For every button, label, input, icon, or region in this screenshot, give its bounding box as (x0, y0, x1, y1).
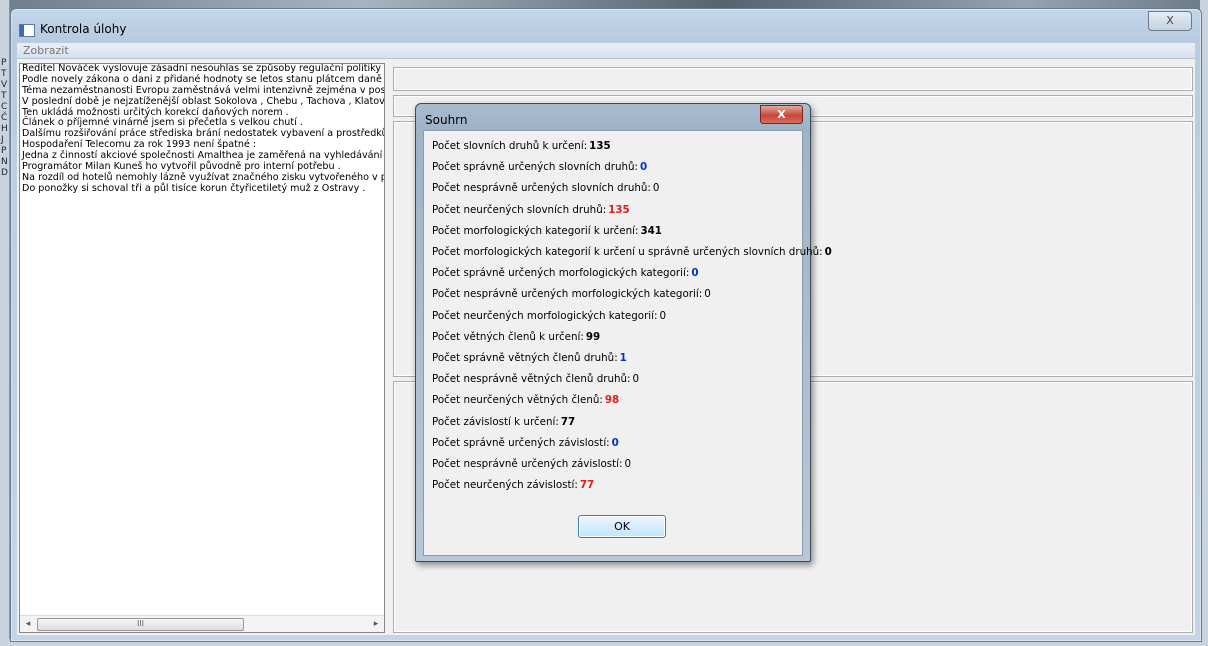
gutter-letter: D (1, 168, 8, 178)
stat-value: 0 (704, 288, 711, 301)
stat-label: Počet nesprávně určených slovních druhů: (432, 182, 651, 195)
menu-zobrazit[interactable]: Zobrazit (23, 44, 69, 57)
menu-bar: Zobrazit (17, 43, 1195, 59)
dialog-title: Souhrn (425, 113, 468, 127)
gutter-letter: V (1, 80, 8, 90)
ok-button[interactable]: OK (578, 515, 666, 538)
stat-value: 0 (624, 458, 632, 470)
list-item[interactable]: Do ponožky si schoval tři a půl tisíce k… (20, 183, 384, 195)
scroll-right-arrow-icon[interactable]: ▸ (368, 616, 384, 632)
stat-label: Počet neurčených slovních druhů: (432, 203, 607, 216)
stat-value: 0 (640, 161, 648, 174)
stat-value: 0 (659, 309, 667, 322)
stat-label: Počet správně určených slovních druhů: (432, 161, 639, 174)
gutter-letter: T (1, 91, 7, 101)
gutter-letter: P (1, 58, 7, 68)
stat-label: Počet správně určených závislostí: (432, 436, 610, 449)
panel-top (393, 67, 1193, 91)
stat-value: 77 (560, 415, 576, 428)
stat-row: Počet neurčených závislostí: 77 (432, 479, 594, 491)
app-icon (19, 24, 35, 37)
stat-label: Počet nesprávně určených morfologických … (432, 288, 703, 301)
dialog-body: Počet slovních druhů k určení: 135 Počet s… (423, 130, 832, 556)
stat-row: Počet nesprávně větných členů druhů: 0 (432, 373, 639, 385)
stat-row: Počet správně určených slovních druhů: 0 (432, 161, 647, 173)
gutter-letter: P (1, 146, 7, 156)
stat-label: Počet morfologických kategorií k určení: (432, 224, 639, 237)
stat-row: Počet slovních druhů k určení: 135 (432, 140, 611, 152)
gutter-letter: T (1, 69, 7, 79)
stat-value: 135 (589, 140, 611, 152)
stat-value: 99 (585, 330, 601, 343)
gutter-letter: J (1, 135, 4, 145)
gutter-letter: H (1, 124, 8, 134)
stat-label: Počet závislostí k určení: (432, 415, 559, 428)
stat-row: Počet nesprávně určených závislostí: 0 (432, 458, 631, 470)
stat-row: Počet správně určených závislostí: 0 (432, 437, 619, 449)
stat-row: Počet neurčených větných členů: 98 (432, 394, 619, 406)
stat-row: Počet závislostí k určení: 77 (432, 416, 575, 428)
stat-row: Počet neurčených morfologických kategori… (432, 310, 666, 322)
stat-value: 341 (640, 224, 662, 237)
stat-label: Počet neurčených morfologických kategori… (432, 309, 658, 322)
stat-value: 0 (611, 436, 619, 449)
stat-row: Počet nesprávně určených slovních druhů:… (432, 182, 659, 194)
title-bar: Kontrola úlohy X (11, 9, 1201, 43)
gutter-letter: Č (1, 113, 8, 123)
stat-row: Počet nesprávně určených morfologických … (432, 288, 711, 300)
stat-row: Počet větných členů k určení: 99 (432, 331, 600, 343)
window-close-button[interactable]: X (1148, 11, 1192, 31)
stat-row: Počet morfologických kategorií k určení:… (432, 225, 662, 237)
stat-row: Počet správně větných členů druhů: 1 (432, 352, 627, 364)
stat-label: Počet neurčených větných členů: (432, 394, 603, 407)
stat-row: Počet správně určených morfologických ka… (432, 267, 698, 279)
list-item[interactable]: V poslední době je nejzatíženější oblast… (20, 96, 384, 108)
window-title: Kontrola úlohy (40, 22, 127, 36)
stat-label: Počet neurčených závislostí: (432, 479, 578, 492)
gutter-letter: N (1, 157, 8, 167)
stat-label: Počet správně větných členů druhů: (432, 352, 618, 364)
summary-dialog: Souhrn X Počet slovních druhů k určení: 1… (415, 103, 832, 562)
stat-value: 98 (604, 394, 620, 407)
scroll-left-arrow-icon[interactable]: ◂ (20, 616, 36, 632)
stat-row: Počet neurčených slovních druhů: 135 (432, 204, 630, 216)
stat-value: 0 (632, 373, 640, 386)
stat-label: Počet nesprávně určených závislostí: (432, 458, 623, 470)
background-window-edge: PTVTCČHJPND (0, 0, 10, 646)
gutter-letter: C (1, 102, 8, 112)
stat-label: Počet nesprávně větných členů druhů: (432, 373, 631, 386)
stat-value: 0 (824, 246, 832, 258)
dialog-close-button[interactable]: X (760, 105, 803, 124)
stat-value: 135 (608, 203, 630, 216)
stat-label: Počet morfologických kategorií k určení … (432, 246, 823, 258)
stat-value: 0 (652, 182, 660, 195)
stat-value: 77 (579, 479, 595, 492)
stat-row: Počet morfologických kategorií k určení … (432, 246, 832, 258)
stat-value: 1 (619, 352, 627, 364)
stat-label: Počet slovních druhů k určení: (432, 140, 588, 152)
stat-label: Počet větných členů k určení: (432, 330, 584, 343)
stat-value: 0 (691, 267, 699, 280)
sentence-list[interactable]: Ředitel Nováček vyslovuje zásadní nesouh… (19, 63, 385, 633)
stat-label: Počet správně určených morfologických ka… (432, 267, 690, 280)
scrollbar-thumb[interactable]: III (37, 618, 244, 631)
horizontal-scrollbar[interactable]: ◂ III ▸ (20, 615, 384, 632)
